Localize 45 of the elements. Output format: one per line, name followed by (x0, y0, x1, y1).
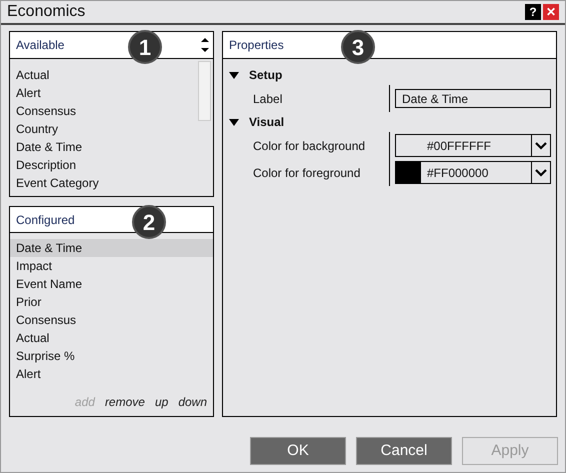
color-value: #FF000000 (426, 164, 490, 182)
section-title: Visual (249, 114, 284, 131)
available-item[interactable]: Actual (16, 66, 198, 84)
dialog-button[interactable]: OK (250, 437, 346, 465)
collapse-triangle-icon[interactable] (229, 118, 239, 126)
panel-title: Properties (229, 37, 284, 54)
available-item[interactable]: Country (16, 120, 198, 138)
panel-title: Available (16, 37, 64, 54)
dialog-button[interactable]: Cancel (356, 437, 452, 465)
configured-item[interactable]: Date & Time (10, 239, 213, 257)
configured-item[interactable]: Prior (10, 293, 213, 311)
configured-item[interactable]: Surprise % (10, 347, 213, 365)
chevron-down-icon (535, 168, 547, 176)
available-item[interactable]: Date & Time (16, 138, 198, 156)
chevron-down-icon (535, 142, 547, 150)
configured-item[interactable]: Consensus (10, 311, 213, 329)
configured-item[interactable]: Alert (10, 365, 213, 383)
number-badge: 2 (132, 205, 166, 239)
panel-title: Configured (16, 212, 75, 228)
label-field[interactable]: Date & Time (395, 89, 551, 108)
available-item[interactable]: Event Category (16, 174, 198, 192)
configured-item[interactable]: Impact (10, 257, 213, 275)
scrollbar-thumb[interactable] (198, 61, 211, 121)
collapse-triangle-icon[interactable] (229, 72, 239, 78)
available-item[interactable]: Alert (16, 84, 198, 102)
property-label: Color for background (252, 138, 366, 154)
action-link[interactable]: down (178, 393, 207, 411)
help-button[interactable]: ? (525, 4, 541, 20)
color-dropdown[interactable]: #00FFFFFF (395, 134, 551, 157)
configured-item[interactable]: Actual (10, 329, 213, 347)
action-link[interactable]: up (154, 393, 168, 411)
section-title: Setup (249, 67, 282, 84)
property-label: Color for foreground (252, 164, 362, 182)
property-label: Label (252, 90, 284, 108)
scroll-arrows-icon[interactable] (200, 36, 210, 54)
color-value: #00FFFFFF (426, 138, 492, 154)
number-badge: 1 (128, 30, 162, 64)
action-link[interactable]: remove (104, 393, 145, 411)
window-title: Economics (7, 2, 86, 22)
close-button[interactable]: ✕ (543, 4, 559, 20)
color-dropdown[interactable]: #FF000000 (395, 161, 551, 184)
available-item[interactable]: Consensus (16, 102, 198, 120)
configured-item[interactable]: Event Name (10, 275, 213, 293)
number-badge: 3 (341, 30, 375, 64)
available-item[interactable]: Description (16, 156, 198, 174)
